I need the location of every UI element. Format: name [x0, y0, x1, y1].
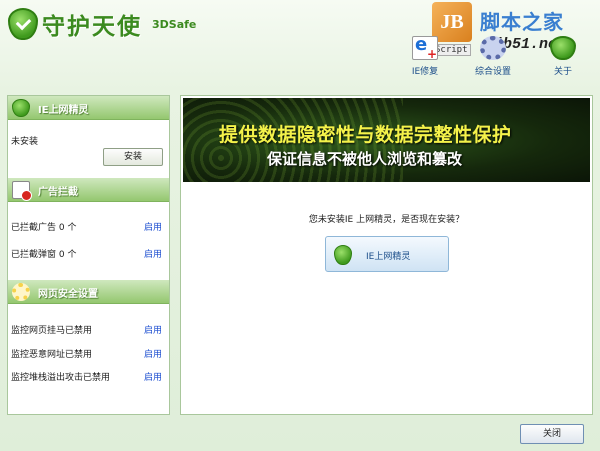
- enable-link[interactable]: 启用: [144, 323, 162, 336]
- banner-headline: 提供数据隐密性与数据完整性保护: [219, 124, 512, 146]
- list-item: 已拦截广告 0 个 启用: [11, 220, 166, 234]
- section-title-ad-block: 广告拦截: [38, 187, 78, 198]
- list-item: 监控堆栈溢出攻击已禁用 启用: [11, 370, 166, 384]
- shield-icon: [12, 99, 30, 117]
- app-title: 守护天使: [42, 14, 142, 40]
- toolbar-ie-repair-button[interactable]: IE修复: [398, 34, 452, 80]
- toolbar-about-label: 关于: [553, 67, 572, 77]
- shield-icon: [334, 245, 352, 265]
- shield-icon: [550, 36, 576, 60]
- enable-link[interactable]: 启用: [144, 247, 162, 260]
- install-button[interactable]: 安装: [103, 148, 163, 166]
- install-ie-sprite-button[interactable]: IE上网精灵: [325, 236, 449, 272]
- close-button[interactable]: 关闭: [520, 424, 584, 444]
- app-subtitle: 3DSafe: [152, 18, 197, 31]
- section-header-ie-sprite: IE上网精灵: [8, 96, 169, 120]
- main-panel: 提供数据隐密性与数据完整性保护 保证信息不被他人浏览和篡改 您未安装IE 上网精…: [180, 95, 593, 415]
- toolbar-about-button[interactable]: 关于: [536, 36, 590, 80]
- toolbar-ie-repair-label: IE修复: [411, 67, 439, 77]
- security-setting-label: 监控网页挂马已禁用: [11, 326, 93, 336]
- section-title-web-security: 网页安全设置: [38, 289, 98, 300]
- enable-link[interactable]: 启用: [144, 370, 162, 383]
- install-ie-sprite-label: IE上网精灵: [366, 252, 411, 262]
- banner-subline: 保证信息不被他人浏览和篡改: [267, 150, 463, 168]
- popups-blocked-count: 已拦截弹窗 0 个: [11, 250, 77, 260]
- app-header: 守护天使 3DSafe JB 脚本之家 jb51.net Script IE修复…: [0, 0, 600, 88]
- list-item: 已拦截弹窗 0 个 启用: [11, 247, 166, 261]
- enable-link[interactable]: 启用: [144, 220, 162, 233]
- security-setting-label: 监控恶意网址已禁用: [11, 350, 93, 360]
- enable-link[interactable]: 启用: [144, 347, 162, 360]
- toolbar-settings-label: 综合设置: [474, 67, 511, 77]
- toolbar-settings-button[interactable]: 综合设置: [466, 36, 520, 80]
- gear-icon: [480, 36, 506, 60]
- app-logo-shield-icon: [8, 8, 38, 40]
- sidebar-panel: IE上网精灵 未安装 安装 广告拦截 已拦截广告 0 个 启用 已拦截弹窗 0 …: [7, 95, 170, 415]
- promo-banner: 提供数据隐密性与数据完整性保护 保证信息不被他人浏览和篡改: [183, 98, 590, 182]
- list-item: 监控恶意网址已禁用 启用: [11, 347, 166, 361]
- watermark-site-name: 脚本之家: [480, 10, 564, 34]
- ie-sprite-status: 未安装: [11, 137, 39, 147]
- section-header-ad-block: 广告拦截: [8, 178, 169, 202]
- ads-blocked-count: 已拦截广告 0 个: [11, 223, 77, 233]
- section-title-ie-sprite: IE上网精灵: [38, 105, 89, 116]
- list-item: 监控网页挂马已禁用 启用: [11, 323, 166, 337]
- section-header-web-security: 网页安全设置: [8, 280, 169, 304]
- ie-repair-icon: [412, 34, 438, 61]
- ad-block-icon: [12, 181, 32, 201]
- ie-sprite-status-row: 未安装: [11, 134, 166, 148]
- install-prompt: 您未安装IE 上网精灵，是否现在安装？: [308, 215, 465, 225]
- security-setting-label: 监控堆栈溢出攻击已禁用: [11, 373, 111, 383]
- gear-icon: [12, 283, 30, 301]
